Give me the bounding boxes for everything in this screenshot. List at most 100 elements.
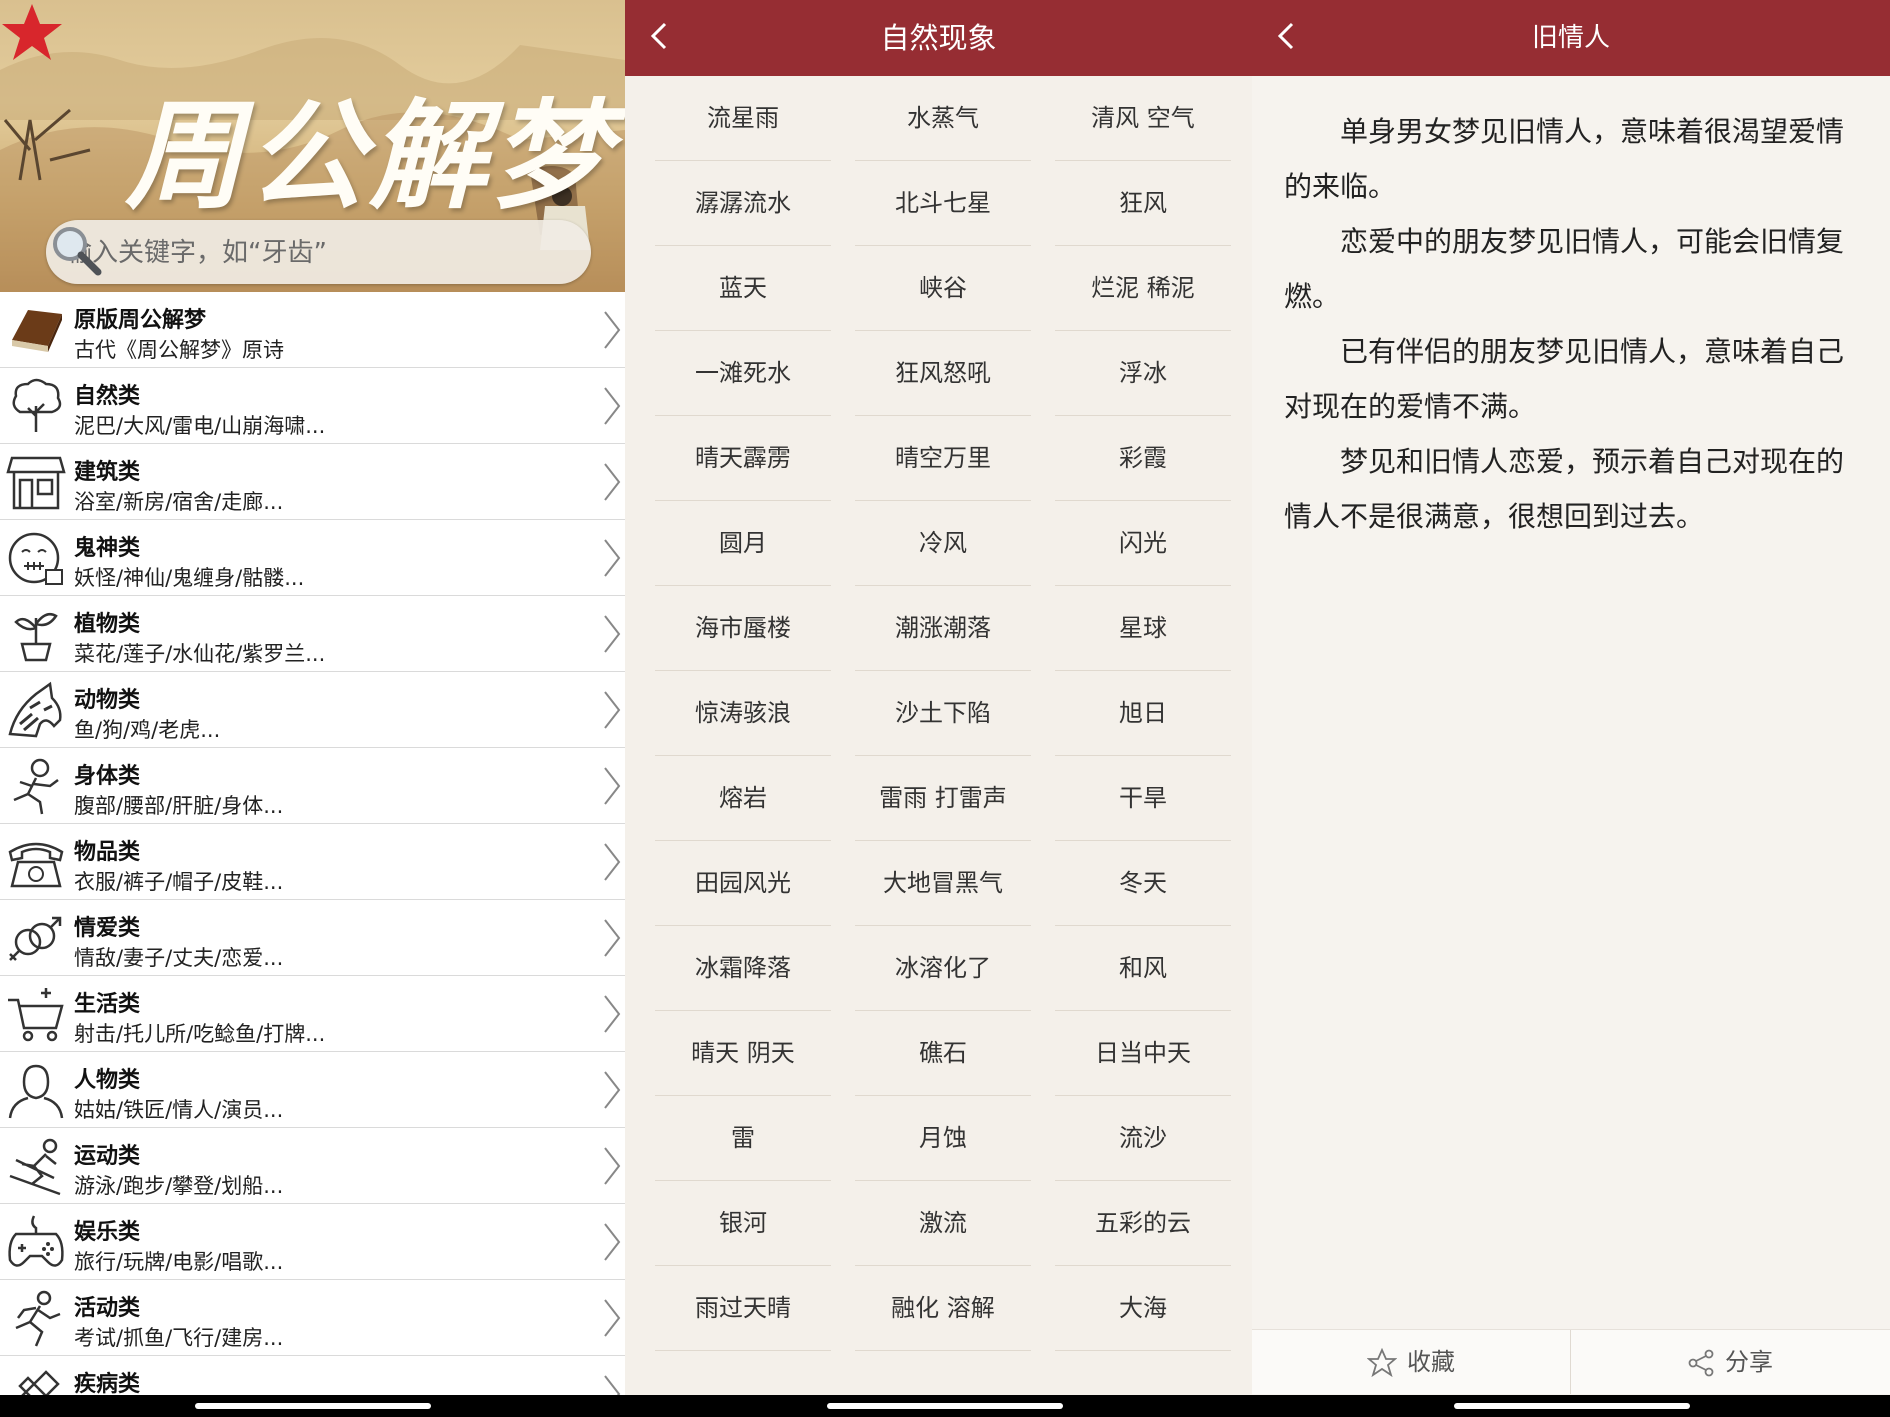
chevron-right-icon <box>604 311 621 349</box>
dream-item[interactable]: 清风 空气 <box>1055 76 1231 161</box>
chevron-right-icon <box>604 919 621 957</box>
grid-row: 海市蜃楼 潮涨潮落 星球 <box>655 586 1231 671</box>
dream-item[interactable]: 潮涨潮落 <box>855 586 1031 671</box>
category-row-activity[interactable]: 活动类 考试/抓鱼/飞行/建房... <box>0 1280 625 1356</box>
dream-item[interactable]: 熔岩 <box>655 756 831 841</box>
category-row-body[interactable]: 身体类 腹部/腰部/肝脏/身体... <box>0 748 625 824</box>
dream-item[interactable]: 惊涛骇浪 <box>655 671 831 756</box>
dream-item[interactable]: 冰溶化了 <box>855 926 1031 1011</box>
home-indicator[interactable] <box>1454 1403 1690 1409</box>
dream-item[interactable]: 潺潺流水 <box>655 161 831 246</box>
dream-item[interactable]: 晴空万里 <box>855 416 1031 501</box>
grid-row: 潺潺流水 北斗七星 狂风 <box>655 161 1231 246</box>
dream-item[interactable]: 流星雨 <box>655 76 831 161</box>
home-indicator-bar <box>1252 1395 1890 1417</box>
dream-item[interactable]: 沙土下陷 <box>855 671 1031 756</box>
category-name: 鬼神类 <box>74 536 141 561</box>
dream-item[interactable]: 蓝天 <box>655 246 831 331</box>
search-bar <box>46 220 591 284</box>
article-paragraph: 梦见和旧情人恋爱，预示着自己对现在的情人不是很满意，很想回到过去。 <box>1284 445 1845 533</box>
category-row-animal[interactable]: 动物类 鱼/狗/鸡/老虎... <box>0 672 625 748</box>
dream-item[interactable]: 冷风 <box>855 501 1031 586</box>
dream-item[interactable]: 融化 溶解 <box>855 1266 1031 1351</box>
chevron-right-icon <box>604 767 621 805</box>
category-examples: 腹部/腰部/肝脏/身体... <box>74 794 284 818</box>
zebra-icon <box>8 681 62 738</box>
grid-row: 熔岩 雷雨 打雷声 干旱 <box>655 756 1231 841</box>
dream-item[interactable]: 水蒸气 <box>855 76 1031 161</box>
dream-item[interactable]: 冬天 <box>1055 841 1231 926</box>
grid-row: 雷月蚀 流沙 <box>655 1096 1231 1181</box>
category-row-people[interactable]: 人物类 姑姑/铁匠/情人/演员... <box>0 1052 625 1128</box>
dream-item[interactable]: 一滩死水 <box>655 331 831 416</box>
category-row-love[interactable]: 情爱类 情敌/妻子/丈夫/恋爱... <box>0 900 625 976</box>
dream-item[interactable]: 狂风 <box>1055 161 1231 246</box>
category-examples: 泥巴/大风/雷电/山崩海啸... <box>74 414 326 438</box>
category-row-ghost[interactable]: 鬼神类 妖怪/神仙/鬼缠身/骷髅... <box>0 520 625 596</box>
dream-item[interactable]: 大海 <box>1055 1266 1231 1351</box>
dream-item[interactable]: 圆月 <box>655 501 831 586</box>
dream-item[interactable]: 雷 <box>655 1096 831 1181</box>
dream-item[interactable]: 烂泥 稀泥 <box>1055 246 1231 331</box>
category-row-nature[interactable]: 自然类 泥巴/大风/雷电/山崩海啸... <box>0 368 625 444</box>
search-input[interactable] <box>64 234 508 272</box>
dream-item[interactable]: 和风 <box>1055 926 1231 1011</box>
header-banner: 周公解梦 <box>0 0 625 292</box>
category-examples: 衣服/裤子/帽子/皮鞋... <box>74 870 284 894</box>
dream-item[interactable]: 峡谷 <box>855 246 1031 331</box>
star-outline-icon <box>1366 1347 1398 1378</box>
dream-item[interactable]: 干旱 <box>1055 756 1231 841</box>
dream-item[interactable]: 晴天 阴天 <box>655 1011 831 1096</box>
dream-item[interactable]: 旭日 <box>1055 671 1231 756</box>
article-paragraph: 已有伴侣的朋友梦见旧情人，意味着自己对现在的爱情不满。 <box>1284 335 1845 423</box>
dream-item[interactable]: 浮冰 <box>1055 331 1231 416</box>
dream-item[interactable]: 雷雨 打雷声 <box>855 756 1031 841</box>
category-list: 原版周公解梦 古代《周公解梦》原诗 自然类 泥巴/大风/雷电/山崩海啸... 建… <box>0 292 625 1417</box>
dream-item[interactable]: 闪光 <box>1055 501 1231 586</box>
dream-item[interactable]: 晴天霹雳 <box>655 416 831 501</box>
category-examples: 射击/托儿所/吃鲶鱼/打牌... <box>74 1022 326 1046</box>
chevron-right-icon <box>604 1071 621 1109</box>
dream-item[interactable]: 彩霞 <box>1055 416 1231 501</box>
chevron-right-icon <box>604 1223 621 1261</box>
dream-item[interactable]: 星球 <box>1055 586 1231 671</box>
dream-item[interactable]: 大地冒黑气 <box>855 841 1031 926</box>
dream-item[interactable]: 狂风怒吼 <box>855 331 1031 416</box>
dream-item[interactable]: 月蚀 <box>855 1096 1031 1181</box>
dream-item[interactable]: 海市蜃楼 <box>655 586 831 671</box>
category-row-item[interactable]: 物品类 衣服/裤子/帽子/皮鞋... <box>0 824 625 900</box>
category-row-life[interactable]: 生活类 射击/托儿所/吃鲶鱼/打牌... <box>0 976 625 1052</box>
home-indicator[interactable] <box>195 1403 431 1409</box>
telephone-icon <box>8 842 64 888</box>
dream-item[interactable]: 五彩的云 <box>1055 1181 1231 1266</box>
dream-item[interactable]: 日当中天 <box>1055 1011 1231 1096</box>
grid-row: 晴天 阴天 礁石 日当中天 <box>655 1011 1231 1096</box>
dream-item[interactable]: 流沙 <box>1055 1096 1231 1181</box>
home-indicator-bar <box>0 1395 625 1417</box>
share-button[interactable]: 分享 <box>1571 1330 1889 1394</box>
dream-item[interactable]: 北斗七星 <box>855 161 1031 246</box>
dream-item[interactable]: 雨过天晴 <box>655 1266 831 1351</box>
category-examples: 古代《周公解梦》原诗 <box>74 338 284 362</box>
grid-row: 雨过天晴 融化 溶解 大海 <box>655 1266 1231 1351</box>
favorite-star-icon[interactable] <box>0 0 64 64</box>
chevron-right-icon <box>604 691 621 729</box>
category-name: 建筑类 <box>74 460 141 485</box>
dream-item[interactable]: 激流 <box>855 1181 1031 1266</box>
dream-item[interactable]: 银河 <box>655 1181 831 1266</box>
category-row-plant[interactable]: 植物类 菜花/莲子/水仙花/紫罗兰... <box>0 596 625 672</box>
search-icon[interactable] <box>46 220 104 278</box>
dream-item[interactable]: 礁石 <box>855 1011 1031 1096</box>
category-examples: 旅行/玩牌/电影/唱歌... <box>74 1250 284 1274</box>
category-examples: 妖怪/神仙/鬼缠身/骷髅... <box>74 566 305 590</box>
person-icon <box>8 1064 64 1119</box>
home-indicator[interactable] <box>827 1403 1063 1409</box>
dream-item[interactable]: 田园风光 <box>655 841 831 926</box>
category-row-original[interactable]: 原版周公解梦 古代《周公解梦》原诗 <box>0 292 625 368</box>
dream-item[interactable]: 冰霜降落 <box>655 926 831 1011</box>
favorite-button[interactable]: 收藏 <box>1252 1330 1570 1394</box>
category-row-entertainment[interactable]: 娱乐类 旅行/玩牌/电影/唱歌... <box>0 1204 625 1280</box>
category-name: 情爱类 <box>74 916 141 941</box>
category-row-building[interactable]: 建筑类 浴室/新房/宿舍/走廊... <box>0 444 625 520</box>
category-row-sport[interactable]: 运动类 游泳/跑步/攀登/划船... <box>0 1128 625 1204</box>
